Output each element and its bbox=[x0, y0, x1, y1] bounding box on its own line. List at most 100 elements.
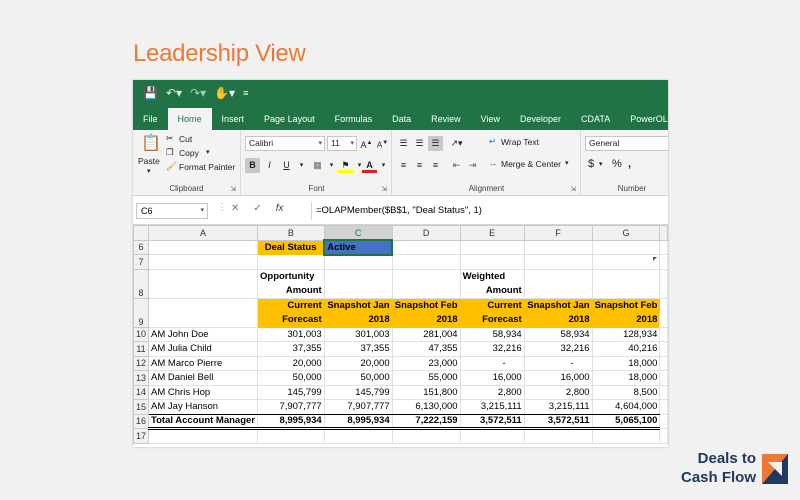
cell-a9[interactable] bbox=[148, 297, 258, 328]
enter-icon[interactable]: ✓ bbox=[253, 203, 261, 214]
value-cell[interactable]: 20,000 bbox=[323, 355, 393, 371]
cell-b17[interactable] bbox=[257, 428, 325, 444]
cell-c17[interactable] bbox=[323, 428, 393, 444]
borders-dropdown-icon[interactable]: ▾ bbox=[324, 158, 339, 173]
cell-h8b[interactable] bbox=[659, 283, 668, 299]
value-cell[interactable]: 37,355 bbox=[257, 341, 325, 357]
cell-e17[interactable] bbox=[459, 428, 525, 444]
wrap-text-button[interactable]: Wrap Text bbox=[501, 137, 539, 147]
value-cell[interactable]: 18,000 bbox=[591, 355, 661, 371]
orientation-icon[interactable]: ↗▾ bbox=[449, 136, 464, 151]
total-value[interactable]: 3,572,511 bbox=[523, 413, 593, 430]
align-middle-icon[interactable]: ☰ bbox=[412, 136, 427, 151]
decrease-indent-icon[interactable]: ⇤ bbox=[449, 158, 464, 173]
column-header-d[interactable]: D bbox=[391, 225, 461, 241]
paste-icon[interactable]: 📋 bbox=[138, 133, 164, 153]
value-cell[interactable]: 50,000 bbox=[257, 370, 325, 386]
total-value[interactable]: 8,995,934 bbox=[323, 413, 393, 430]
format-painter-icon[interactable]: 🖌 bbox=[166, 161, 177, 172]
redo-icon[interactable]: ↷▾ bbox=[190, 86, 206, 100]
percent-button[interactable]: % bbox=[612, 158, 622, 170]
cell-g8b[interactable] bbox=[591, 283, 661, 299]
cell-empty[interactable] bbox=[659, 384, 668, 400]
underline-button[interactable]: U bbox=[279, 158, 294, 173]
deal-status-value[interactable]: Active bbox=[323, 239, 394, 256]
cell-c8[interactable] bbox=[323, 268, 393, 284]
value-cell[interactable]: 2,800 bbox=[523, 384, 593, 400]
align-center-icon[interactable]: ≡ bbox=[412, 158, 427, 173]
number-format-combo[interactable]: General bbox=[585, 136, 668, 151]
paste-button[interactable]: Paste bbox=[138, 156, 160, 166]
row-label[interactable]: AM Daniel Bell bbox=[148, 370, 258, 386]
row-header[interactable]: 7 bbox=[133, 254, 150, 270]
value-cell[interactable]: 301,003 bbox=[323, 326, 393, 342]
value-cell[interactable]: 3,215,111 bbox=[459, 399, 525, 415]
total-value[interactable]: 7,222,159 bbox=[391, 413, 461, 430]
cancel-icon[interactable]: ✕ bbox=[231, 203, 239, 214]
value-cell[interactable]: 7,907,777 bbox=[323, 399, 393, 415]
fill-color-icon[interactable]: ⚑ bbox=[338, 158, 353, 173]
cell-e7[interactable] bbox=[459, 254, 525, 270]
font-name-combo[interactable]: Calibri ▾ bbox=[245, 136, 325, 151]
cell-g7[interactable] bbox=[591, 254, 661, 270]
align-bottom-icon[interactable]: ☰ bbox=[428, 136, 443, 151]
row-header[interactable]: 8 bbox=[133, 268, 150, 299]
value-cell[interactable]: 3,215,111 bbox=[523, 399, 593, 415]
align-right-icon[interactable]: ≡ bbox=[428, 158, 443, 173]
cell-a7[interactable] bbox=[148, 254, 258, 270]
value-cell[interactable]: 50,000 bbox=[323, 370, 393, 386]
borders-icon[interactable]: ▦ bbox=[310, 158, 325, 173]
dialog-launcher-icon[interactable]: ⇲ bbox=[570, 185, 576, 193]
cell-d8[interactable] bbox=[391, 268, 461, 284]
value-cell[interactable]: - bbox=[459, 355, 525, 371]
value-cell[interactable]: 37,355 bbox=[323, 341, 393, 357]
copy-dropdown-icon[interactable]: ▾ bbox=[206, 148, 210, 156]
cell-h8[interactable] bbox=[659, 268, 668, 284]
row-header[interactable]: 15 bbox=[133, 399, 150, 415]
cell-a6[interactable] bbox=[148, 239, 258, 255]
row-header[interactable]: 14 bbox=[133, 384, 150, 400]
value-cell[interactable]: 281,004 bbox=[391, 326, 461, 342]
value-cell[interactable]: 47,355 bbox=[391, 341, 461, 357]
wrap-text-icon[interactable]: ↵ bbox=[489, 136, 496, 147]
cell-empty[interactable] bbox=[659, 413, 668, 429]
row-header[interactable]: 6 bbox=[133, 239, 150, 255]
value-cell[interactable]: 6,130,000 bbox=[391, 399, 461, 415]
deal-status-label[interactable]: Deal Status bbox=[257, 239, 325, 255]
value-cell[interactable]: 301,003 bbox=[257, 326, 325, 342]
column-header-g[interactable]: G bbox=[591, 225, 661, 241]
cell-h9[interactable] bbox=[659, 297, 668, 328]
cut-icon[interactable]: ✂ bbox=[166, 133, 173, 144]
column-header-c[interactable]: C bbox=[323, 225, 393, 241]
currency-dropdown-icon[interactable]: ▾ bbox=[599, 160, 603, 168]
increase-indent-icon[interactable]: ⇥ bbox=[465, 158, 480, 173]
cell-g6[interactable] bbox=[591, 239, 661, 255]
row-label[interactable]: AM John Doe bbox=[148, 326, 258, 342]
row-header[interactable]: 12 bbox=[133, 355, 150, 371]
column-header-a[interactable]: A bbox=[148, 225, 258, 241]
merge-dropdown-icon[interactable]: ▾ bbox=[565, 159, 569, 167]
cell-b7[interactable] bbox=[257, 254, 325, 270]
cell-g17[interactable] bbox=[591, 428, 661, 444]
font-color-dropdown-icon[interactable]: ▾ bbox=[376, 158, 391, 173]
currency-button[interactable]: $ bbox=[588, 158, 594, 170]
row-label[interactable]: AM Julia Child bbox=[148, 341, 258, 357]
cell-empty[interactable] bbox=[659, 341, 668, 357]
row-label[interactable]: AM Chris Hop bbox=[148, 384, 258, 400]
dialog-launcher-icon[interactable]: ⇲ bbox=[230, 185, 236, 193]
merge-center-button[interactable]: Merge & Center bbox=[501, 159, 561, 169]
touch-mode-icon[interactable]: ✋▾ bbox=[214, 86, 235, 100]
row-header[interactable]: 13 bbox=[133, 370, 150, 386]
cell-f8[interactable] bbox=[523, 268, 593, 284]
column-header-next[interactable] bbox=[659, 225, 668, 241]
dialog-launcher-icon[interactable]: ⇲ bbox=[381, 185, 387, 193]
column-header-b[interactable]: B bbox=[257, 225, 325, 241]
cell-empty[interactable] bbox=[659, 399, 668, 415]
tab-page-layout[interactable]: Page Layout bbox=[254, 108, 325, 130]
align-left-icon[interactable]: ≡ bbox=[396, 158, 411, 173]
align-top-icon[interactable]: ☰ bbox=[396, 136, 411, 151]
value-cell[interactable]: 23,000 bbox=[391, 355, 461, 371]
cell-f8b[interactable] bbox=[523, 283, 593, 299]
value-cell[interactable]: 16,000 bbox=[459, 370, 525, 386]
underline-dropdown-icon[interactable]: ▾ bbox=[294, 158, 309, 173]
